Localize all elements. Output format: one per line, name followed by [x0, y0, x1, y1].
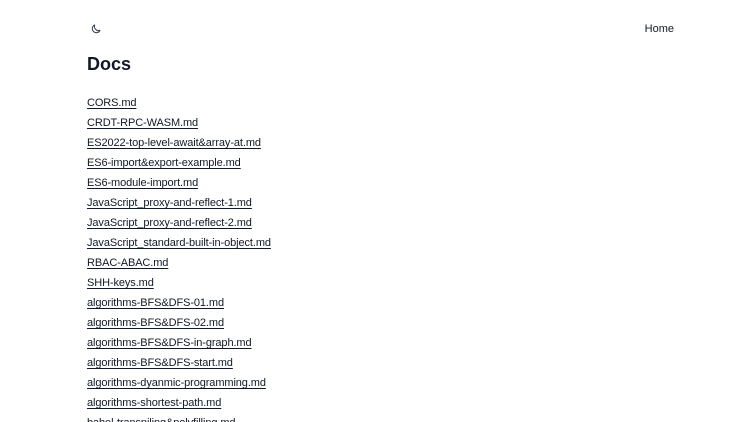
list-item: algorithms-BFS&DFS-in-graph.md	[87, 333, 271, 353]
list-item: algorithms-BFS&DFS-02.md	[87, 313, 271, 333]
list-item: ES6-import&export-example.md	[87, 153, 271, 173]
list-item: algorithms-BFS&DFS-start.md	[87, 353, 271, 373]
doc-link[interactable]: algorithms-BFS&DFS-02.md	[87, 317, 224, 329]
list-item: SHH-keys.md	[87, 273, 271, 293]
list-item: ES2022-top-level-await&array-at.md	[87, 133, 271, 153]
doc-link[interactable]: CRDT-RPC-WASM.md	[87, 117, 198, 129]
list-item: algorithms-shortest-path.md	[87, 393, 271, 413]
list-item: RBAC-ABAC.md	[87, 253, 271, 273]
doc-link[interactable]: JavaScript_proxy-and-reflect-2.md	[87, 217, 252, 229]
list-item: CORS.md	[87, 93, 271, 113]
doc-link[interactable]: algorithms-BFS&DFS-01.md	[87, 297, 224, 309]
moon-icon	[91, 24, 101, 34]
theme-toggle-button[interactable]	[87, 20, 105, 38]
doc-link[interactable]: RBAC-ABAC.md	[87, 257, 168, 269]
list-item: CRDT-RPC-WASM.md	[87, 113, 271, 133]
doc-link[interactable]: CORS.md	[87, 97, 137, 109]
doc-link[interactable]: ES6-import&export-example.md	[87, 157, 241, 169]
list-item: ES6-module-import.md	[87, 173, 271, 193]
doc-link[interactable]: ES6-module-import.md	[87, 177, 198, 189]
doc-link[interactable]: algorithms-BFS&DFS-in-graph.md	[87, 337, 252, 349]
doc-link[interactable]: JavaScript_proxy-and-reflect-1.md	[87, 197, 252, 209]
list-item: JavaScript_standard-built-in-object.md	[87, 233, 271, 253]
list-item: algorithms-BFS&DFS-01.md	[87, 293, 271, 313]
doc-link[interactable]: algorithms-dyanmic-programming.md	[87, 377, 266, 389]
doc-link[interactable]: babel-transpiling&polyfilling.md	[87, 417, 236, 422]
doc-link[interactable]: SHH-keys.md	[87, 277, 154, 289]
doc-link[interactable]: JavaScript_standard-built-in-object.md	[87, 237, 271, 249]
doc-link[interactable]: algorithms-BFS&DFS-start.md	[87, 357, 233, 369]
doc-list: CORS.md CRDT-RPC-WASM.md ES2022-top-level-…	[87, 93, 271, 422]
list-item: JavaScript_proxy-and-reflect-1.md	[87, 193, 271, 213]
list-item: babel-transpiling&polyfilling.md	[87, 413, 271, 422]
home-link[interactable]: Home	[645, 22, 674, 36]
doc-link[interactable]: algorithms-shortest-path.md	[87, 397, 221, 409]
page-title: Docs	[87, 54, 132, 74]
top-bar: Home	[87, 0, 674, 58]
list-item: algorithms-dyanmic-programming.md	[87, 373, 271, 393]
page-container: Home Docs CORS.md CRDT-RPC-WASM.md ES2022-…	[87, 0, 674, 422]
doc-link[interactable]: ES2022-top-level-await&array-at.md	[87, 137, 261, 149]
list-item: JavaScript_proxy-and-reflect-2.md	[87, 213, 271, 233]
